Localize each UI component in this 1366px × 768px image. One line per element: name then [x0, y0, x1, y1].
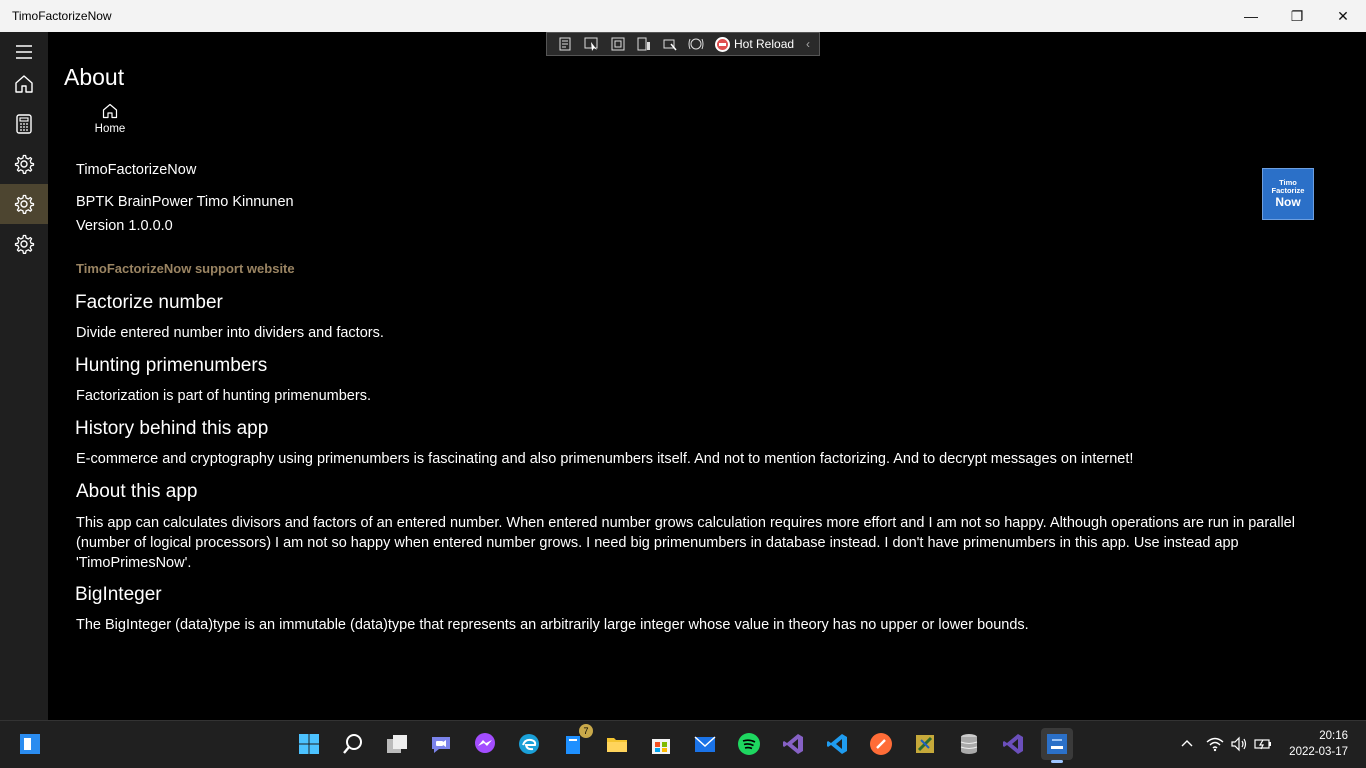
gear-icon — [14, 194, 35, 214]
hot-reload-label[interactable]: Hot Reload — [734, 37, 794, 51]
binding-failures-icon[interactable] — [661, 36, 679, 52]
display-layout-adorners-icon[interactable] — [609, 36, 627, 52]
restore-icon: ❐ — [1290, 7, 1304, 24]
speaker-icon — [1231, 736, 1247, 752]
notes-icon[interactable]: 7 — [557, 724, 593, 760]
section-text: E-commerce and cryptography using primen… — [76, 451, 1134, 467]
wifi-icon — [1206, 737, 1224, 752]
home-icon — [102, 103, 118, 119]
home-icon — [15, 75, 33, 93]
gear-icon — [14, 234, 35, 254]
store-icon[interactable] — [645, 728, 677, 760]
section-heading: BigInteger — [75, 584, 162, 605]
accessibility-check-icon[interactable] — [687, 36, 705, 52]
track-focus-icon[interactable] — [635, 36, 653, 52]
hot-reload-icon[interactable] — [715, 36, 730, 52]
section-heading: Hunting primenumbers — [75, 355, 268, 376]
database-icon[interactable] — [953, 728, 985, 760]
visual-studio-icon[interactable] — [777, 728, 809, 760]
select-element-icon[interactable] — [583, 36, 601, 52]
battery-charging-icon — [1254, 739, 1271, 750]
nav-item-calculator[interactable] — [0, 104, 48, 144]
section-text: Divide entered number into dividers and … — [76, 325, 384, 341]
minimize-button[interactable]: — — [1228, 0, 1274, 32]
minimize-icon: — — [1244, 8, 1258, 24]
teams-chat-icon[interactable] — [425, 728, 457, 760]
home-button[interactable]: Home — [88, 102, 132, 142]
nav-item-settings-1[interactable] — [0, 144, 48, 184]
window-title: TimoFactorizeNow — [12, 9, 112, 23]
vscode-icon[interactable] — [821, 728, 853, 760]
version: Version 1.0.0.0 — [76, 218, 173, 234]
close-button[interactable]: ✕ — [1320, 0, 1366, 32]
maximize-button[interactable]: ❐ — [1274, 0, 1320, 32]
section-text: This app can calculates divisors and fac… — [76, 515, 1295, 571]
nav-item-settings-2[interactable] — [0, 184, 48, 224]
paint-icon[interactable] — [909, 728, 941, 760]
spotify-icon[interactable] — [733, 728, 765, 760]
nav-item-home[interactable] — [0, 64, 48, 104]
volume-button[interactable] — [1230, 736, 1248, 752]
file-explorer-icon[interactable] — [601, 728, 633, 760]
edge-icon[interactable] — [513, 728, 545, 760]
timo-factorize-now-icon[interactable] — [1041, 728, 1073, 763]
postman-icon[interactable] — [865, 728, 897, 760]
show-hidden-icons-button[interactable] — [1180, 736, 1194, 752]
clock-date: 2022-03-17 — [1289, 746, 1348, 758]
hamburger-menu-icon — [16, 45, 32, 59]
mail-icon[interactable] — [689, 728, 721, 760]
close-icon: ✕ — [1337, 7, 1349, 24]
messenger-icon[interactable] — [469, 728, 501, 760]
hot-reload-toolbar: Hot Reload ‹ — [546, 32, 820, 56]
collapse-toolbar-icon[interactable]: ‹ — [806, 37, 810, 51]
support-website-link[interactable]: TimoFactorizeNow support website — [76, 261, 295, 276]
publisher: BPTK BrainPower Timo Kinnunen — [76, 194, 294, 210]
section-text: The BigInteger (data)type is an immutabl… — [76, 617, 1029, 633]
app-name: TimoFactorizeNow — [76, 162, 197, 178]
clock-time: 20:16 — [1319, 730, 1348, 742]
search-icon[interactable] — [337, 728, 369, 760]
section-heading: Factorize number — [75, 292, 223, 313]
section-heading: About this app — [76, 481, 198, 502]
nav-item-settings-3[interactable] — [0, 224, 48, 264]
battery-button[interactable] — [1254, 736, 1272, 752]
wifi-button[interactable] — [1206, 736, 1224, 752]
windows-start-icon[interactable] — [14, 728, 46, 760]
app-logo-text: Factorize — [1271, 186, 1305, 195]
title-bar: TimoFactorizeNow — ❐ ✕ — [0, 0, 1366, 32]
home-button-label: Home — [94, 123, 126, 135]
page-title: About — [64, 64, 125, 90]
taskbar — [0, 720, 1366, 768]
notification-badge: 7 — [579, 724, 593, 738]
calculator-icon — [16, 114, 32, 134]
task-view-icon[interactable] — [381, 728, 413, 760]
start-menu-icon[interactable] — [293, 728, 325, 760]
visual-studio-preview-icon[interactable] — [997, 728, 1029, 760]
app-logo: Timo Factorize Now — [1262, 168, 1314, 220]
chevron-up-icon — [1181, 740, 1193, 747]
taskbar-clock[interactable]: 20:16 2022-03-17 — [1282, 728, 1348, 760]
navigation-pane — [0, 32, 48, 720]
live-visual-tree-icon[interactable] — [557, 36, 575, 52]
section-text: Factorization is part of hunting primenu… — [76, 388, 371, 404]
app-logo-text: Now — [1275, 195, 1301, 209]
section-heading: History behind this app — [75, 418, 269, 439]
gear-icon — [14, 154, 35, 174]
